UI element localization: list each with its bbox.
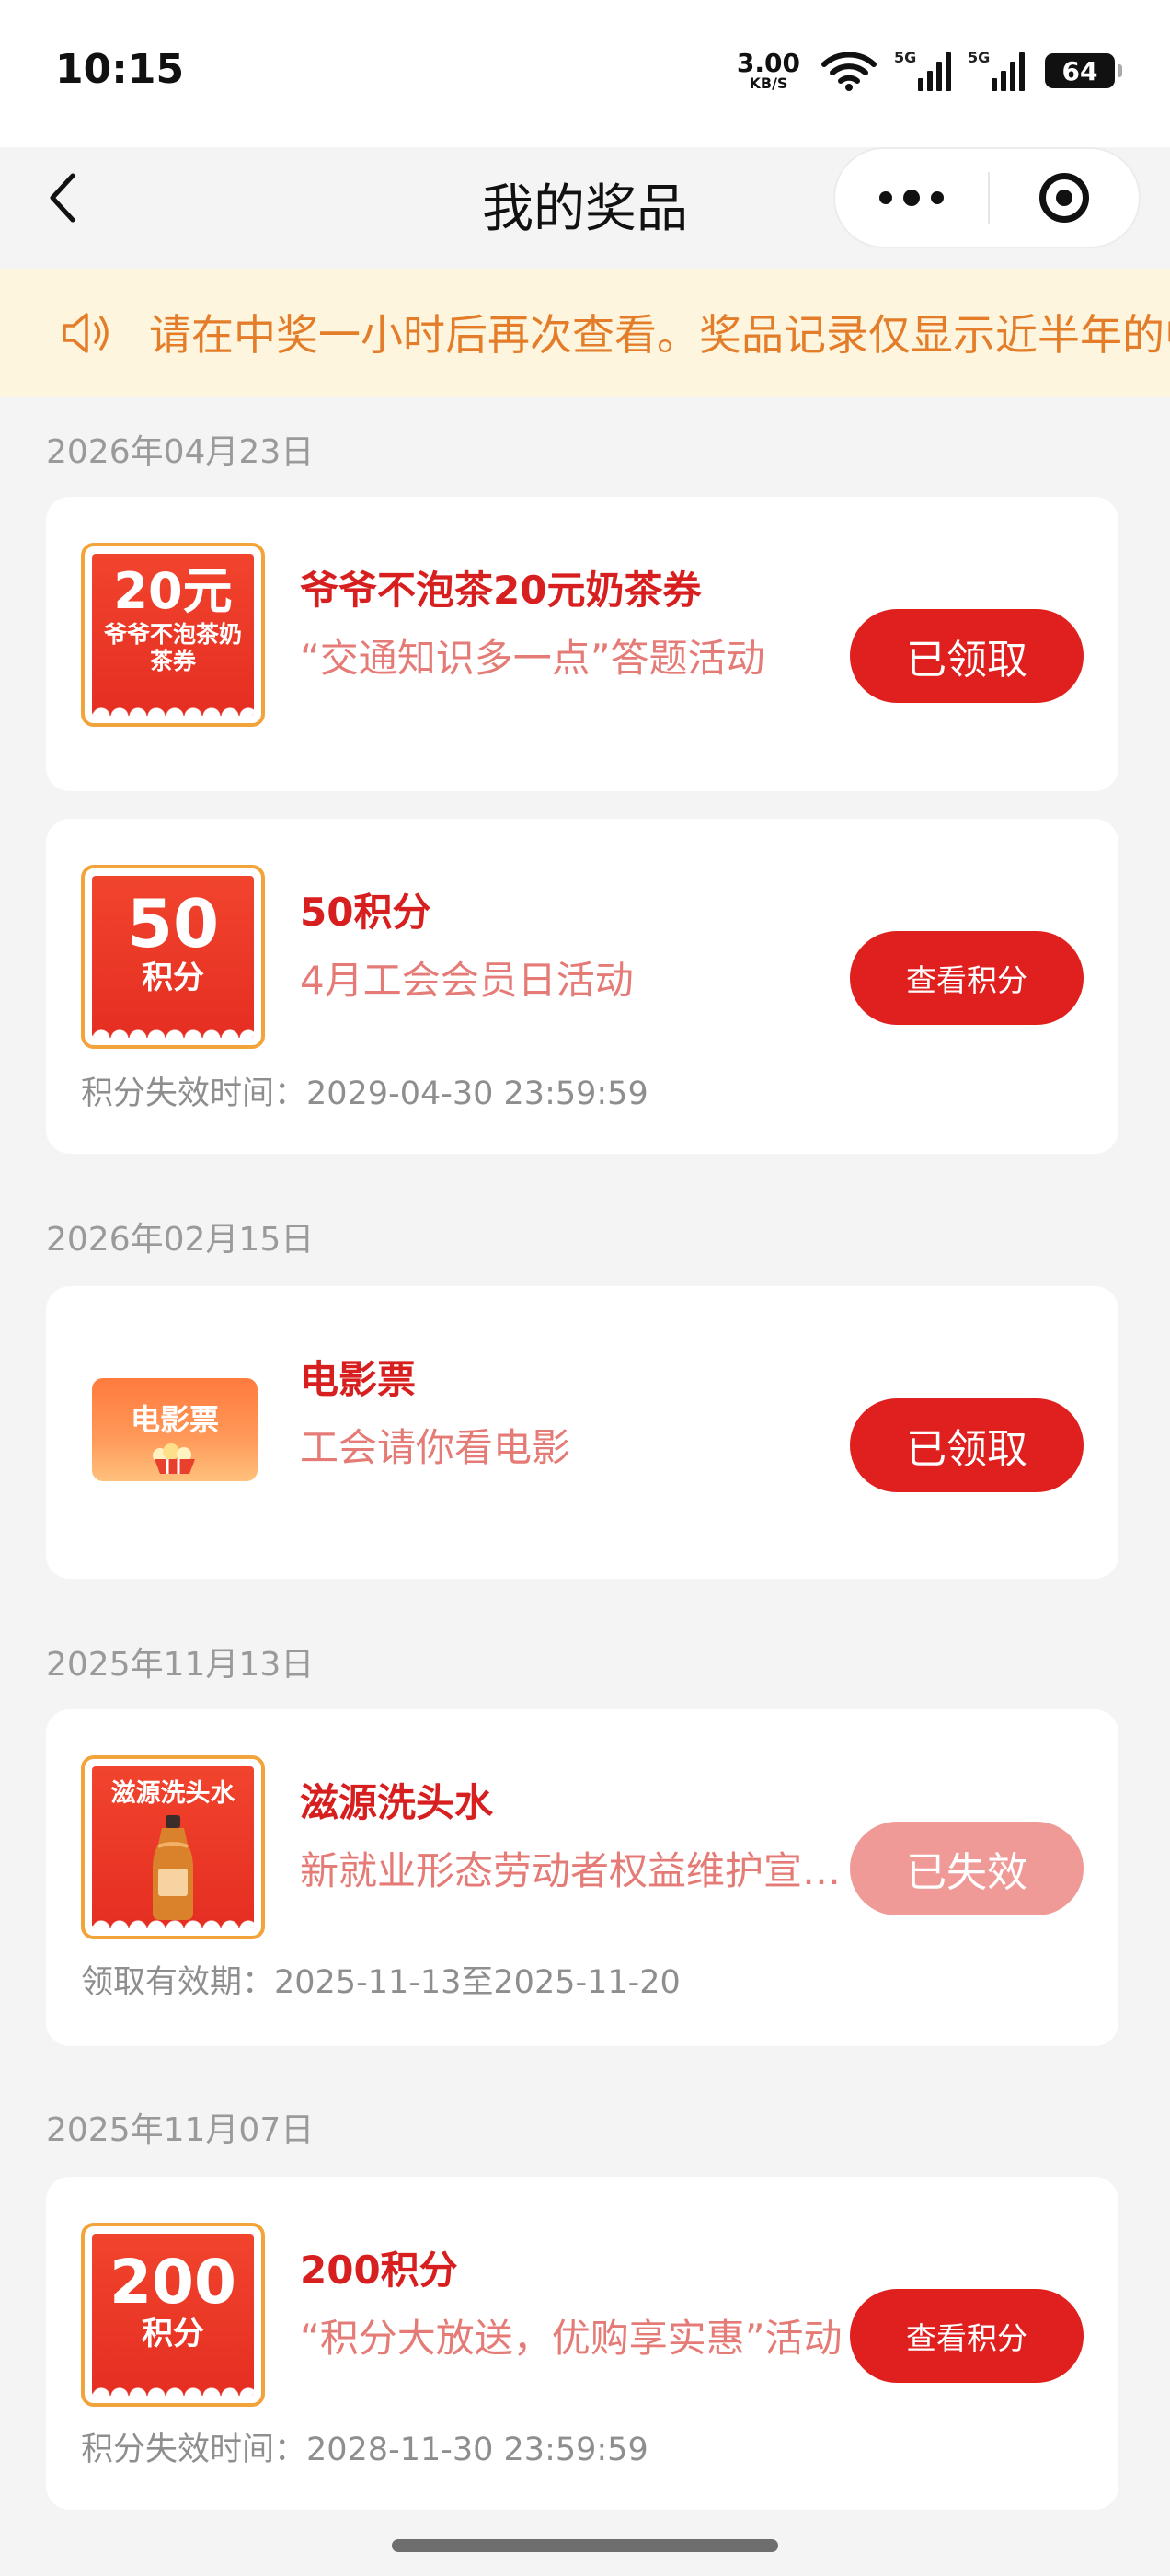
- signal-1-label: 5G: [894, 49, 917, 66]
- prize-name: 电影票: [300, 1357, 417, 1402]
- signal-icon-sim1: 5G: [894, 49, 951, 91]
- date-header: 2026年02月15日: [46, 1221, 315, 1259]
- popcorn-icon: [153, 1443, 195, 1474]
- prize-name: 50积分: [300, 890, 431, 935]
- prize-card: 滋源洗头水 滋源洗头水 新就业形态劳动者权益维护宣传活动 已失效 领取有效期：2…: [46, 1709, 1118, 2046]
- expired-button[interactable]: 已失效: [850, 1822, 1084, 1915]
- thumb-value: 50: [126, 885, 220, 962]
- claimed-button[interactable]: 已领取: [850, 609, 1084, 703]
- thumb-value: 20元: [113, 562, 233, 620]
- thumb-caption: 电影票: [130, 1402, 219, 1437]
- thumb-caption: 积分: [142, 2316, 204, 2352]
- movie-ticket-thumbnail: 电影票: [92, 1378, 258, 1481]
- prize-card: 50 积分 50积分 4月工会会员日活动 查看积分 积分失效时间：2029-04…: [46, 819, 1118, 1154]
- status-icons: 3.00 KB/S 5G 5G 64: [737, 48, 1122, 94]
- wifi-icon: [821, 52, 877, 91]
- net-speed-value: 3.00: [736, 48, 800, 78]
- home-indicator[interactable]: [392, 2539, 778, 2552]
- more-button[interactable]: [835, 149, 988, 247]
- view-points-button[interactable]: 查看积分: [850, 2289, 1084, 2383]
- more-dot-icon: [931, 191, 944, 204]
- status-bar: 10:15 3.00 KB/S 5G 5G 64: [0, 0, 1170, 147]
- prize-source: “交通知识多一点”答题活动: [300, 636, 765, 681]
- close-miniprogram-button[interactable]: [990, 149, 1139, 247]
- thumb-caption: 爷爷不泡茶奶茶券: [103, 621, 242, 674]
- prize-thumbnail: 20元 爷爷不泡茶奶茶券: [81, 543, 265, 727]
- view-points-button[interactable]: 查看积分: [850, 931, 1084, 1025]
- battery-level: 64: [1061, 55, 1098, 86]
- signal-2-label: 5G: [968, 49, 991, 66]
- date-header: 2025年11月13日: [46, 1646, 315, 1684]
- points-expiry: 积分失效时间：2028-11-30 23:59:59: [81, 2432, 648, 2468]
- claimed-button[interactable]: 已领取: [850, 1398, 1084, 1492]
- thumb-value: 200: [109, 2247, 236, 2317]
- date-header: 2026年04月23日: [46, 433, 315, 471]
- speaker-icon: [63, 313, 109, 353]
- status-time: 10:15: [55, 46, 185, 93]
- more-dot-icon: [903, 190, 920, 206]
- shampoo-bottle-icon: [153, 1815, 193, 1921]
- miniprogram-capsule: [833, 147, 1141, 248]
- notice-bar: 请在中奖一小时后再次查看。奖品记录仅显示近半年的中奖记录: [0, 269, 1170, 397]
- prize-card: 电影票 电影票 工会请你看电影 已领取: [46, 1286, 1118, 1579]
- prize-thumbnail: 滋源洗头水: [81, 1755, 265, 1939]
- prize-thumbnail: 50 积分: [81, 865, 265, 1049]
- thumb-caption: 滋源洗头水: [110, 1779, 235, 1808]
- prize-source: 工会请你看电影: [300, 1425, 571, 1470]
- signal-icon-sim2: 5G: [968, 49, 1025, 91]
- date-header: 2025年11月07日: [46, 2111, 315, 2149]
- prize-source: 新就业形态劳动者权益维护宣传活动: [300, 1848, 874, 1893]
- prize-source: “积分大放送，优购享实惠”活动: [300, 2316, 843, 2361]
- prize-card: 200 积分 200积分 “积分大放送，优购享实惠”活动 查看积分 积分失效时间…: [46, 2177, 1118, 2510]
- prize-source: 4月工会会员日活动: [300, 958, 634, 1003]
- net-speed: 3.00 KB/S: [737, 51, 800, 91]
- battery-icon: 64: [1045, 53, 1122, 88]
- prize-name: 200积分: [300, 2248, 458, 2293]
- prize-name: 爷爷不泡茶20元奶茶券: [300, 568, 702, 613]
- more-dot-icon: [879, 191, 892, 204]
- target-close-icon: [1039, 173, 1089, 223]
- net-speed-unit: KB/S: [749, 75, 788, 92]
- notice-text: 请在中奖一小时后再次查看。奖品记录仅显示近半年的中奖记录: [149, 310, 1170, 360]
- prize-name: 滋源洗头水: [300, 1780, 494, 1825]
- prize-thumbnail: 200 积分: [81, 2223, 265, 2407]
- prize-card: 20元 爷爷不泡茶奶茶券 爷爷不泡茶20元奶茶券 “交通知识多一点”答题活动 已…: [46, 497, 1118, 791]
- claim-validity: 领取有效期：2025-11-13至2025-11-20: [81, 1964, 681, 2001]
- thumb-caption: 积分: [142, 960, 204, 996]
- points-expiry: 积分失效时间：2029-04-30 23:59:59: [81, 1075, 648, 1112]
